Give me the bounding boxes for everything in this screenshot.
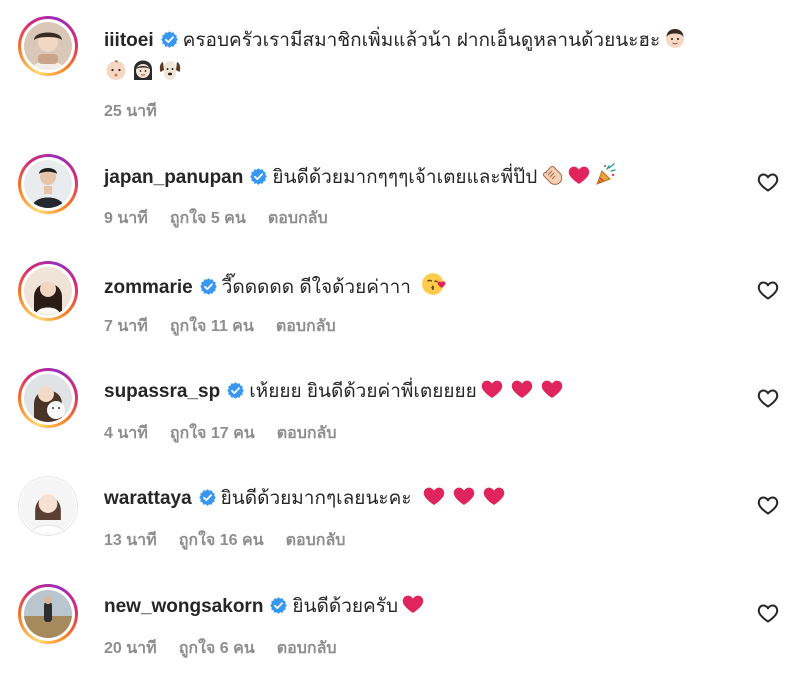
red-heart-emoji [510,377,534,401]
verified-badge-icon [199,277,218,296]
timestamp: 4 นาที [104,425,148,442]
verified-badge-icon [269,596,288,615]
red-heart-emoji [422,484,446,508]
avatar[interactable] [18,154,78,214]
avatar[interactable] [18,261,78,321]
clapping-hands-emoji [540,163,564,187]
comment-text: เห้ยยย ยินดีด้วยค่าพี่เตยยยย [249,381,477,402]
comment-line: zommarie วี๊ดดดดด ดีใจด้วยค่าาา [104,271,730,302]
comment-meta: 13 นาที ถูกใจ 16 คน ตอบกลับ [104,528,367,553]
comment-meta: 20 นาที ถูกใจ 6 คน ตอบกลับ [104,636,359,661]
dog-face-emoji [158,58,182,82]
red-heart-emoji [567,163,591,187]
avatar[interactable] [18,16,78,76]
comment-text: ยินดีด้วยมากๆๆๆเจ้าเตยและพี่ป๊ป [272,167,538,188]
like-heart-icon[interactable] [756,170,780,194]
username[interactable]: warattaya [104,488,192,509]
timestamp: 9 นาที [104,210,148,227]
verified-badge-icon [226,381,245,400]
face-blowing-kiss-emoji [421,271,447,297]
username[interactable]: iiitoei [104,30,154,51]
username[interactable]: supassra_sp [104,381,220,402]
likes-count[interactable]: ถูกใจ 6 คน [179,640,255,657]
like-heart-icon[interactable] [756,601,780,625]
likes-count[interactable]: ถูกใจ 11 คน [170,318,254,335]
timestamp: 20 นาที [104,640,157,657]
like-heart-icon[interactable] [756,493,780,517]
avatar[interactable] [18,368,78,428]
comment-text: วี๊ดดดดด ดีใจด้วยค่าาา [221,277,411,298]
red-heart-emoji [482,484,506,508]
red-heart-emoji [480,377,504,401]
baby-face-emoji [104,58,128,82]
comment-text: ครอบครัวเรามีสมาชิกเพิ่มแล้วน้า ฝากเอ็นด… [182,30,661,51]
verified-badge-icon [198,488,217,507]
timestamp: 25 นาที [104,103,157,120]
reply-button[interactable]: ตอบกลับ [268,210,328,227]
man-face-emoji [663,26,687,50]
verified-badge-icon [249,167,268,186]
like-heart-icon[interactable] [756,386,780,410]
comment-line: supassra_sp เห้ยยย ยินดีด้วยค่าพี่เตยยยย [104,377,730,406]
timestamp: 13 นาที [104,532,157,549]
comment-line-2 [104,58,182,87]
username[interactable]: japan_panupan [104,167,243,188]
red-heart-emoji [401,592,425,616]
avatar[interactable] [18,584,78,644]
username[interactable]: zommarie [104,277,193,298]
likes-count[interactable]: ถูกใจ 5 คน [170,210,246,227]
comment-line: iiitoei ครอบครัวเรามีสมาชิกเพิ่มแล้วน้า ฝ… [104,26,730,55]
timestamp: 7 นาที [104,318,148,335]
red-heart-emoji [452,484,476,508]
reply-button[interactable]: ตอบกลับ [277,640,337,657]
comment-line: japan_panupan ยินดีด้วยมากๆๆๆเจ้าเตยและพี… [104,163,730,192]
comment-meta: 9 นาที ถูกใจ 5 คน ตอบกลับ [104,206,350,231]
likes-count[interactable]: ถูกใจ 16 คน [179,532,264,549]
red-heart-emoji [540,377,564,401]
comment-text: ยินดีด้วยมากๆเลยนะคะ [220,488,412,509]
likes-count[interactable]: ถูกใจ 17 คน [170,425,255,442]
comment-line: warattaya ยินดีด้วยมากๆเลยนะคะ [104,484,730,513]
username[interactable]: new_wongsakorn [104,596,263,617]
reply-button[interactable]: ตอบกลับ [277,425,337,442]
comment-meta: 25 นาที [104,99,179,124]
like-heart-icon[interactable] [756,278,780,302]
reply-button[interactable]: ตอบกลับ [276,318,336,335]
woman-face-emoji [131,58,155,82]
comment-text: ยินดีด้วยครับ [292,596,398,617]
avatar[interactable] [18,476,78,536]
party-popper-emoji [594,163,618,187]
verified-badge-icon [160,30,179,49]
comment-meta: 7 นาที ถูกใจ 11 คน ตอบกลับ [104,314,358,339]
reply-button[interactable]: ตอบกลับ [286,532,346,549]
comment-meta: 4 นาที ถูกใจ 17 คน ตอบกลับ [104,421,359,446]
comment-line: new_wongsakorn ยินดีด้วยครับ [104,592,730,621]
